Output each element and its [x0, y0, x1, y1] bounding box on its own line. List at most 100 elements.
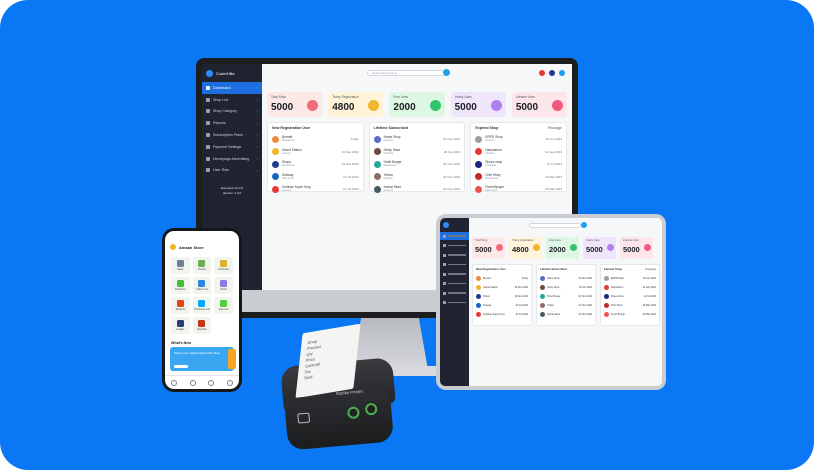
feature-tile-icon [198, 320, 206, 327]
list-item[interactable]: Grand Station 19 Dec 2022 [476, 283, 528, 292]
stat-card[interactable]: Total Shop 5000 [267, 92, 323, 117]
feature-tile[interactable]: Purchase List [192, 297, 212, 314]
feature-tile[interactable]: Purchase [214, 257, 233, 274]
list-item[interactable]: Hotel Burger 01 Nov 2022 [540, 292, 592, 301]
power-button[interactable] [346, 406, 360, 420]
tablet-nav-item[interactable] [440, 289, 469, 297]
search-icon[interactable] [443, 69, 450, 76]
stat-card[interactable]: Yearly Uses 5000 [450, 92, 506, 117]
avatar [540, 303, 545, 308]
whats-new-heading: What's New [171, 341, 192, 345]
tablet-nav-item[interactable] [440, 232, 469, 240]
list-item[interactable]: Gulshan Super King Grocery 22 Jul 2022 [272, 183, 359, 196]
list-item[interactable]: Burnett Restaurant Today [272, 133, 359, 146]
tablet-nav-item[interactable] [440, 280, 469, 288]
reports-tab-icon[interactable] [208, 379, 215, 386]
search-input[interactable] [529, 223, 581, 228]
sidebar-item-reports[interactable]: Reports › [202, 117, 262, 129]
banner-button[interactable] [174, 364, 188, 368]
tablet-nav-item[interactable] [440, 299, 469, 307]
list-item-date: 01 Nov 2022 [578, 277, 592, 280]
profile-tab-icon[interactable] [226, 379, 233, 386]
shop-name: ERPD Shop [611, 277, 624, 280]
cart-tab-icon[interactable] [189, 379, 196, 386]
feature-tile[interactable]: Products [171, 277, 190, 294]
list-item[interactable]: Subway Fast Food 22 Jul 2022 [272, 171, 359, 184]
list-item[interactable]: Hotel Burger Restaurant 01 Nov 2022 [373, 158, 460, 171]
sidebar-item-user-role[interactable]: User Role › [202, 164, 262, 176]
list-item[interactable]: Grand Station Grocery 19 Dec 2022 [272, 146, 359, 159]
avatar [604, 276, 609, 281]
tablet-nav-item[interactable] [440, 251, 469, 259]
notification-icon[interactable] [539, 70, 545, 76]
list-item[interactable]: Subway 22 Jul 2022 [476, 301, 528, 310]
list-item-date: 16 Mar 2022 [545, 174, 563, 179]
sidebar-item-label: Homepage Advertising [213, 156, 250, 161]
list-item-date: 12 Jul 2022 [546, 162, 563, 167]
list-item-date: 19 Dec 2022 [341, 149, 359, 154]
list-item[interactable]: Fresh Burger Fast Food 20 Mar 2022 [475, 183, 562, 196]
tablet-nav-item[interactable] [440, 261, 469, 269]
search-input[interactable]: Search Everything [367, 70, 445, 76]
sidebar-item-shop-category[interactable]: Shop Category › [202, 106, 262, 118]
list-item[interactable]: Kamal Store Grocery 01 Nov 2022 [373, 183, 460, 196]
feature-tile[interactable]: Reports [192, 317, 212, 334]
feature-tile[interactable]: Sales List [192, 277, 212, 294]
list-item[interactable]: Hamzarium Fashion 12 Sep 2022 [475, 146, 562, 159]
sidebar-item-dashboard[interactable]: Dashboard › [202, 82, 262, 94]
list-item[interactable]: Gulshan Super King 22 Jul 2022 [476, 310, 528, 319]
profile-icon[interactable] [559, 70, 565, 76]
list-item[interactable]: ERPD Shop 30 Jun 2022 [604, 274, 656, 283]
tablet-nav-item[interactable] [440, 242, 469, 250]
list-item[interactable]: ERPD Shop Grocery 30 Jun 2022 [475, 133, 562, 146]
feature-tile[interactable]: Sales [171, 257, 190, 274]
avatar [476, 312, 481, 317]
list-item[interactable]: Shoes shop Footwear 12 Jul 2022 [475, 158, 562, 171]
home-tab-icon[interactable] [171, 379, 178, 386]
list-item[interactable]: Shopo Electronics 19 Dec 2022 [272, 158, 359, 171]
language-flag-icon[interactable] [549, 70, 555, 76]
sidebar-item-icon [206, 109, 210, 114]
list-item[interactable]: Hamzarium 12 Sep 2022 [604, 283, 656, 292]
list-item[interactable]: Shopo 19 Dec 2022 [476, 292, 528, 301]
sidebar-item-homepage-advertising[interactable]: Homepage Advertising › [202, 153, 262, 165]
subscription-banner[interactable]: Select your Subscription Plan Now [170, 347, 236, 371]
list-item[interactable]: Henly Store Clothing 29 Jun 2022 [373, 146, 460, 159]
list-item[interactable]: Burnett Today [476, 274, 528, 283]
feature-tile[interactable]: Ledger [171, 317, 190, 334]
feature-tile[interactable]: Reports [171, 297, 190, 314]
tablet-nav-item[interactable] [440, 270, 469, 278]
list-item-date: Today [350, 137, 359, 142]
stat-card[interactable]: Today Registration 4800 [328, 92, 384, 117]
stat-card[interactable]: Free Uses 2000 [546, 237, 579, 259]
avatar [373, 185, 381, 193]
list-item[interactable]: Chef Shop 16 Mar 2022 [604, 301, 656, 310]
sidebar-item-label: User Role [213, 168, 229, 173]
search-icon[interactable] [581, 222, 587, 228]
stat-card[interactable]: Free Uses 2000 [389, 92, 445, 117]
stat-card[interactable]: Lifetime Uses 5000 [511, 92, 568, 117]
feed-button[interactable] [364, 402, 378, 416]
list-item[interactable]: Name Shop 01 Nov 2022 [540, 274, 592, 283]
stat-card[interactable]: Today Registration 4800 [509, 237, 542, 259]
list-item[interactable]: Henly Store 29 Jun 2022 [540, 283, 592, 292]
stat-card[interactable]: Yearly Uses 5000 [583, 237, 616, 259]
sidebar-item-shop-list[interactable]: Shop List › [202, 94, 262, 106]
stat-card[interactable]: Lifetime Uses 5000 [620, 237, 653, 259]
list-item[interactable]: Shoes shop 12 Jul 2022 [604, 292, 656, 301]
list-item[interactable]: Fresh Burger 20 Mar 2022 [604, 310, 656, 319]
list-item[interactable]: Kamal Store 01 Nov 2022 [540, 310, 592, 319]
stat-card[interactable]: Total Shop 5000 [472, 237, 505, 259]
list-item-date: 22 Jul 2022 [343, 174, 359, 179]
list-item[interactable]: Yellow Fashion 01 Nov 2022 [373, 171, 460, 184]
feature-tile-icon [176, 280, 184, 287]
sidebar-item-payment-settings[interactable]: Payment Settings › [202, 141, 262, 153]
avatar [475, 185, 483, 193]
sidebar-item-subscription-plans[interactable]: Subscription Plans › [202, 129, 262, 141]
list-item[interactable]: Name Shop Grocery 01 Nov 2022 [373, 133, 460, 146]
feature-tile[interactable]: Stock [214, 277, 233, 294]
feature-tile[interactable]: Due List [214, 297, 233, 314]
feature-tile[interactable]: Parties [192, 257, 212, 274]
list-item[interactable]: Chef Shop Restaurant 16 Mar 2022 [475, 171, 562, 184]
list-item[interactable]: Yellow 01 Nov 2022 [540, 301, 592, 310]
